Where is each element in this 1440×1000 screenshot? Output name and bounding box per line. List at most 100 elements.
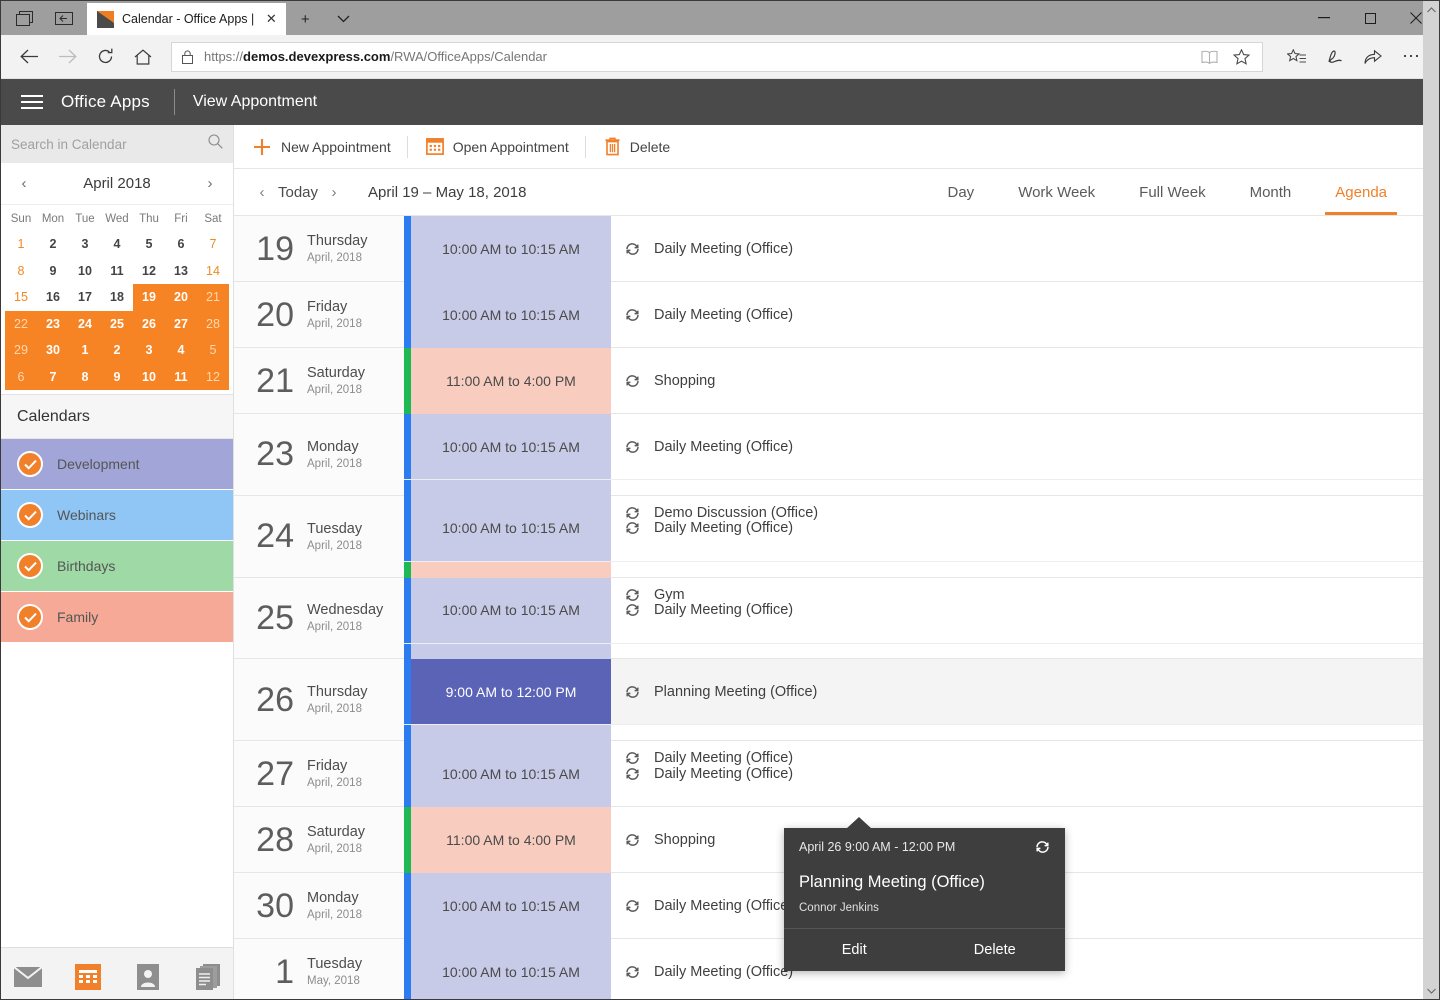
share-icon[interactable] <box>1355 39 1391 75</box>
mini-calendar-day[interactable]: 11 <box>165 363 197 390</box>
view-tab-full-week[interactable]: Full Week <box>1117 169 1227 215</box>
mini-calendar-day[interactable]: 19 <box>133 284 165 311</box>
mini-calendar-day[interactable]: 20 <box>165 284 197 311</box>
appointment-time[interactable]: 10:00 AM to 10:15 AM <box>411 495 611 561</box>
delete-button[interactable]: Delete <box>600 132 686 162</box>
mini-calendar-day[interactable]: 30 <box>37 337 69 364</box>
browser-tab[interactable]: Calendar - Office Apps | ✕ <box>87 3 287 35</box>
page-scrollbar[interactable] <box>1423 1 1439 999</box>
mini-calendar-day[interactable]: 23 <box>37 310 69 337</box>
appointment-row[interactable]: 10:00 AM to 10:15 AM Daily Meeting (Offic… <box>404 282 1423 348</box>
mini-calendar-day[interactable]: 6 <box>5 363 37 390</box>
appointment-row[interactable]: 9:00 AM to 12:00 PM Planning Meeting (Off… <box>404 659 1423 726</box>
set-aside-tabs-icon[interactable] <box>47 1 81 35</box>
agenda-day-cell[interactable]: 23 Monday April, 2018 <box>234 414 404 495</box>
mini-calendar-day[interactable]: 6 <box>165 231 197 258</box>
mini-calendar-day[interactable]: 5 <box>197 337 229 364</box>
mini-calendar-day[interactable]: 8 <box>5 258 37 285</box>
appointment-time[interactable]: 11:00 AM to 4:00 PM <box>411 348 611 414</box>
agenda-day-cell[interactable]: 19 Thursday April, 2018 <box>234 216 404 281</box>
appointment-time[interactable]: 10:00 AM to 10:15 AM <box>411 873 611 939</box>
page-scroll-track[interactable] <box>1423 18 1439 982</box>
appointment-time[interactable]: 10:00 AM to 10:15 AM <box>411 939 611 999</box>
mini-calendar-day[interactable]: 10 <box>69 258 101 285</box>
view-tab-day[interactable]: Day <box>926 169 997 215</box>
next-period-icon[interactable]: › <box>322 184 346 201</box>
mini-calendar-month-label[interactable]: April 2018 <box>35 175 199 192</box>
reading-view-icon[interactable] <box>1194 43 1224 71</box>
prev-period-icon[interactable]: ‹ <box>250 184 274 201</box>
mini-calendar-day[interactable]: 24 <box>69 310 101 337</box>
hamburger-menu-icon[interactable] <box>13 95 51 109</box>
appointment-subject-cell[interactable]: Daily Meeting (Office) <box>611 216 1423 282</box>
check-icon[interactable] <box>17 604 43 630</box>
mini-calendar-day[interactable]: 12 <box>197 363 229 390</box>
refresh-icon[interactable] <box>87 39 123 75</box>
tab-menu-chevron-down-icon[interactable] <box>324 3 362 35</box>
contacts-icon[interactable] <box>133 962 163 992</box>
today-button[interactable]: Today <box>274 184 322 201</box>
check-icon[interactable] <box>17 502 43 528</box>
appointment-time[interactable]: 9:00 AM to 12:00 PM <box>411 659 611 725</box>
appointment-time[interactable]: 10:00 AM to 10:15 AM <box>411 577 611 643</box>
mini-calendar-day[interactable]: 5 <box>133 231 165 258</box>
mini-calendar-day[interactable]: 11 <box>101 258 133 285</box>
mini-calendar-day[interactable]: 25 <box>101 310 133 337</box>
mini-calendar-day[interactable]: 8 <box>69 363 101 390</box>
agenda-day-cell[interactable]: 28 Saturday April, 2018 <box>234 807 404 872</box>
mini-calendar-day[interactable]: 3 <box>133 337 165 364</box>
maximize-button[interactable] <box>1347 1 1393 35</box>
mini-calendar-day[interactable]: 10 <box>133 363 165 390</box>
calendar-list-item[interactable]: Webinars <box>1 490 233 540</box>
appointment-subject-cell[interactable]: Daily Meeting (Office) <box>611 496 1423 561</box>
mini-calendar-day[interactable]: 4 <box>165 337 197 364</box>
agenda-day-cell[interactable]: 1 Tuesday May, 2018 <box>234 939 404 999</box>
mini-calendar-day[interactable]: 7 <box>37 363 69 390</box>
view-tab-work-week[interactable]: Work Week <box>996 169 1117 215</box>
new-appointment-button[interactable]: New Appointment <box>248 132 407 162</box>
appointment-time[interactable]: 10:00 AM to 10:15 AM <box>411 216 611 282</box>
appointment-row[interactable]: 10:00 AM to 10:15 AM Daily Meeting (Offic… <box>404 495 1423 562</box>
mini-calendar-day[interactable]: 18 <box>101 284 133 311</box>
appointment-row[interactable]: 10:00 AM to 10:15 AM Daily Meeting (Offic… <box>404 741 1423 807</box>
agenda-day-cell[interactable]: 25 Wednesday April, 2018 <box>234 577 404 659</box>
mini-calendar-day[interactable]: 29 <box>5 337 37 364</box>
appointment-time[interactable]: 11:00 AM to 4:00 PM <box>411 807 611 873</box>
mini-calendar-day[interactable]: 27 <box>165 310 197 337</box>
favorites-hub-icon[interactable] <box>1279 39 1315 75</box>
search-icon[interactable] <box>208 134 223 154</box>
mini-calendar-day[interactable]: 9 <box>101 363 133 390</box>
close-tab-icon[interactable]: ✕ <box>262 10 280 28</box>
view-tab-month[interactable]: Month <box>1228 169 1314 215</box>
mini-calendar-day[interactable]: 16 <box>37 284 69 311</box>
view-tab-agenda[interactable]: Agenda <box>1313 169 1409 215</box>
minimize-button[interactable] <box>1301 1 1347 35</box>
calendar-list-item[interactable]: Family <box>1 592 233 642</box>
mini-calendar-day[interactable]: 3 <box>69 231 101 258</box>
mini-calendar-prev-icon[interactable]: ‹ <box>13 175 35 192</box>
search-input[interactable] <box>11 136 202 152</box>
mini-calendar-day[interactable]: 4 <box>101 231 133 258</box>
app-brand[interactable]: Office Apps <box>61 92 150 112</box>
agenda-day-cell[interactable]: 21 Saturday April, 2018 <box>234 348 404 413</box>
appointment-row[interactable]: 10:00 AM to 10:15 AM Daily Meeting (Offic… <box>404 216 1423 282</box>
tooltip-edit-button[interactable]: Edit <box>784 929 925 971</box>
new-tab-button[interactable]: + <box>286 3 324 35</box>
mini-calendar-day[interactable]: 15 <box>5 284 37 311</box>
mini-calendar-day[interactable]: 13 <box>165 258 197 285</box>
documents-icon[interactable] <box>193 962 223 992</box>
appointment-subject-cell[interactable]: Daily Meeting (Office) <box>611 578 1423 643</box>
appointment-time[interactable]: 10:00 AM to 10:15 AM <box>411 414 611 479</box>
mail-icon[interactable] <box>13 962 43 992</box>
appointment-row[interactable]: 11:00 AM to 4:00 PM Shopping <box>404 348 1423 414</box>
search-box[interactable] <box>1 125 233 163</box>
mini-calendar-day[interactable]: 22 <box>5 310 37 337</box>
calendar-list-item[interactable]: Birthdays <box>1 541 233 591</box>
appointment-subject-cell[interactable]: Shopping <box>611 348 1423 414</box>
mini-calendar-next-icon[interactable]: › <box>199 175 221 192</box>
mini-calendar-day[interactable]: 12 <box>133 258 165 285</box>
mini-calendar-day[interactable]: 7 <box>197 231 229 258</box>
check-icon[interactable] <box>17 553 43 579</box>
agenda-day-cell[interactable]: 20 Friday April, 2018 <box>234 282 404 347</box>
mini-calendar-day[interactable]: 14 <box>197 258 229 285</box>
